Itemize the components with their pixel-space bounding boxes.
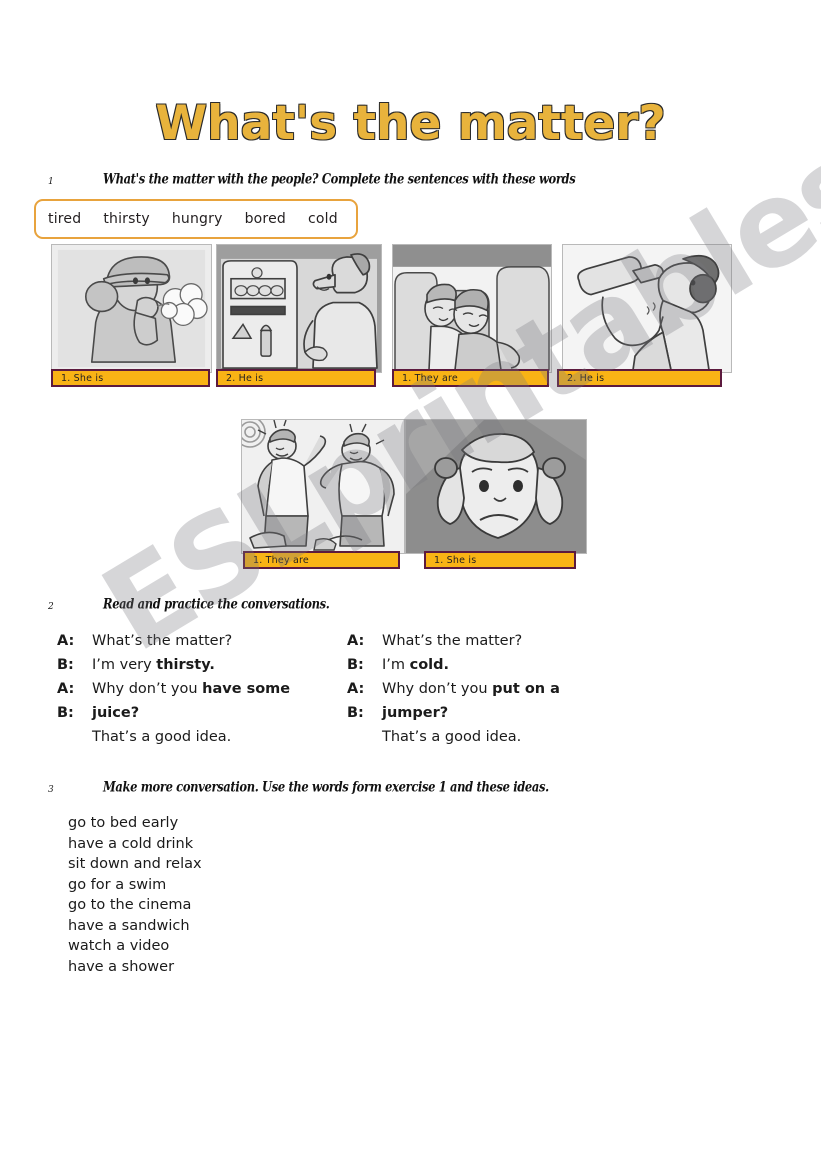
picture-frame: [241, 419, 405, 554]
exercise-2-instruction-text: Read and practice the conversations.: [103, 595, 330, 612]
dialogue-line: That’s a good idea.: [57, 729, 347, 753]
answer-label: 1. They are: [253, 554, 309, 566]
answer-bar-3[interactable]: 1. They are: [392, 369, 549, 387]
picture-5-tired: [241, 419, 405, 554]
answer-label: 1. She is: [434, 554, 477, 566]
answer-bar-2[interactable]: 2. He is: [216, 369, 376, 387]
picture-4-thirsty: [562, 244, 732, 373]
dialogue-line: A: What’s the matter?: [347, 633, 637, 657]
conversation-1: A: What’s the matter? B: I’m very thirst…: [57, 633, 347, 753]
dialogue-text: What’s the matter?: [92, 633, 233, 649]
answer-label: 2. He is: [567, 372, 605, 384]
idea-item: have a sandwich: [68, 917, 190, 934]
word-bank-item-tired[interactable]: tired: [48, 211, 81, 227]
picture-frame: [51, 244, 212, 373]
dialogue-line: A: What’s the matter?: [57, 633, 347, 657]
dialogue-text: I’m cold.: [382, 657, 450, 673]
idea-item: have a cold drink: [68, 835, 194, 852]
idea-item: go for a swim: [68, 876, 167, 893]
ideas-list: go to bed early have a cold drink sit do…: [68, 813, 202, 977]
speaker-label: B:: [347, 657, 364, 673]
exercise-3-instruction-row: 3 Make more conversation. Use the words …: [48, 778, 549, 795]
exercise-3-instruction-text: Make more conversation. Use the words fo…: [103, 778, 549, 795]
answer-bar-6[interactable]: 1. She is: [424, 551, 576, 569]
picture-frame: [216, 244, 382, 373]
word-bank-item-thirsty[interactable]: thirsty: [103, 211, 149, 227]
picture-6-bored: [405, 419, 587, 554]
idea-item: have a shower: [68, 958, 175, 975]
idea-item: sit down and relax: [68, 856, 202, 872]
picture-2-hungry: [216, 244, 382, 373]
dialogue-text: juice?: [92, 705, 140, 721]
dialogue-line: That’s a good idea.: [347, 729, 637, 753]
speaker-label: B:: [347, 705, 364, 721]
answer-bar-4[interactable]: 2. He is: [557, 369, 722, 387]
answer-label: 2. He is: [226, 372, 264, 384]
dialogue-line: A: Why don’t you put on a: [347, 681, 637, 705]
conversations-container: A: What’s the matter? B: I’m very thirst…: [57, 633, 677, 753]
dialogue-text: I’m very thirsty.: [92, 657, 215, 673]
illustration-man-looking-in-fridge: [217, 245, 381, 372]
exercise-1-number: 1: [48, 177, 54, 187]
answer-bar-1[interactable]: 1. She is: [51, 369, 210, 387]
dialogue-text: Why don’t you put on a: [382, 681, 560, 697]
idea-item: go to the cinema: [68, 897, 192, 913]
speaker-label: A:: [347, 681, 365, 697]
page-title: What's the matter?: [155, 95, 667, 151]
answer-bar-5[interactable]: 1. They are: [243, 551, 400, 569]
dialogue-text: What’s the matter?: [382, 633, 523, 649]
illustration-man-drinking-from-bottle: [563, 245, 731, 372]
picture-1-cold: [51, 244, 212, 373]
speaker-label: B:: [57, 657, 74, 673]
exercise-2-instruction-row: 2 Read and practice the conversations.: [48, 595, 330, 612]
word-bank: tired thirsty hungry bored cold: [34, 199, 358, 239]
picture-frame: [392, 244, 552, 373]
conversation-2: A: What’s the matter? B: I’m cold. A: Wh…: [347, 633, 637, 753]
exercise-1-instruction-row: 1 What's the matter with the people? Com…: [48, 170, 576, 187]
illustration-woman-blowing-on-hands: [52, 245, 211, 372]
word-bank-item-hungry[interactable]: hungry: [172, 211, 223, 227]
dialogue-text: That’s a good idea.: [92, 729, 232, 745]
illustration-girl-with-pigtails-looking-bored: [406, 420, 586, 553]
idea-item: go to bed early: [68, 815, 179, 831]
dialogue-line: B: juice?: [57, 705, 347, 729]
dialogue-line: B: I’m cold.: [347, 657, 637, 681]
picture-frame: [562, 244, 732, 373]
speaker-label: A:: [57, 633, 75, 649]
answer-label: 1. They are: [402, 372, 458, 384]
dialogue-text: jumper?: [382, 705, 449, 721]
picture-frame: [405, 419, 587, 554]
idea-item: watch a video: [68, 938, 170, 954]
dialogue-line: A: Why don’t you have some: [57, 681, 347, 705]
picture-3-tired: [392, 244, 552, 373]
word-bank-item-bored[interactable]: bored: [245, 211, 286, 227]
dialogue-line: B: jumper?: [347, 705, 637, 729]
exercise-1-instruction-text: What's the matter with the people? Compl…: [103, 170, 576, 187]
speaker-label: B:: [57, 705, 74, 721]
speaker-label: A:: [57, 681, 75, 697]
speaker-label: A:: [347, 633, 365, 649]
illustration-two-men-sweating-at-work: [242, 420, 404, 553]
dialogue-text: Why don’t you have some: [92, 681, 291, 697]
exercise-2-number: 2: [48, 602, 54, 612]
word-bank-item-cold[interactable]: cold: [308, 211, 338, 227]
exercise-3-number: 3: [48, 785, 54, 795]
illustration-two-people-sleeping-in-seats: [393, 245, 551, 372]
dialogue-text: That’s a good idea.: [382, 729, 522, 745]
dialogue-line: B: I’m very thirsty.: [57, 657, 347, 681]
answer-label: 1. She is: [61, 372, 104, 384]
